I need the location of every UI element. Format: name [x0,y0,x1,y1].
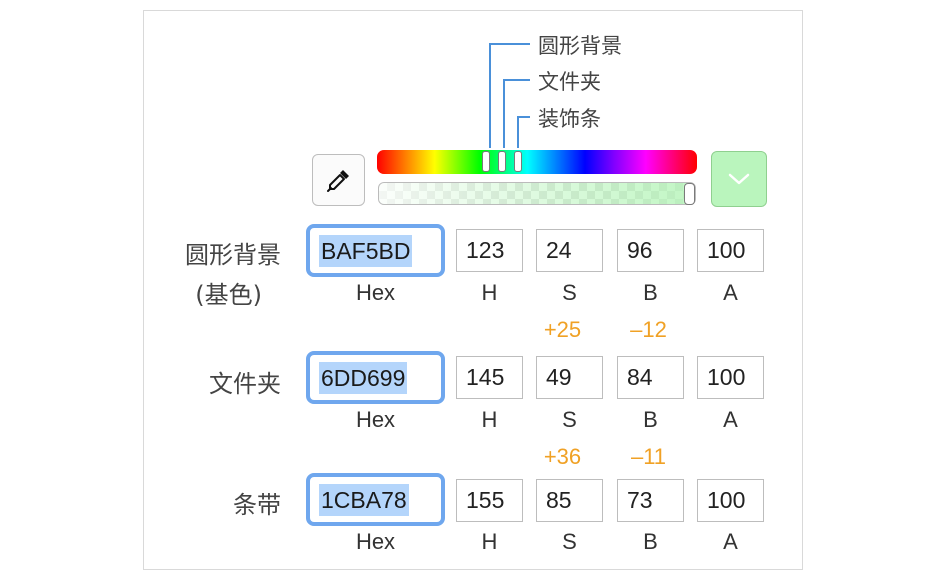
brightness-input[interactable]: 84 [617,356,684,399]
hue-handle-stripe[interactable] [514,151,522,172]
hex-label: Hex [355,280,396,305]
callout-lines [489,43,530,148]
a-label: A [723,407,738,432]
hex-value: BAF5BD [319,234,413,267]
h-label: H [481,529,498,554]
h-label: H [481,280,498,305]
alpha-input[interactable]: 100 [697,479,764,522]
row-label-folder: 文件夹 [209,370,281,398]
hex-label: Hex [355,407,396,432]
alpha-handle[interactable] [684,183,695,205]
hue-input[interactable]: 123 [456,229,523,272]
brightness-input[interactable]: 73 [617,479,684,522]
row-label-stripe: 条带 [233,491,281,519]
hex-label: Hex [355,529,396,554]
alpha-input[interactable]: 100 [697,356,764,399]
s-label: S [562,529,577,554]
saturation-input[interactable]: 49 [536,356,603,399]
hue-handle-circle-bg[interactable] [482,151,490,172]
brightness-input[interactable]: 96 [617,229,684,272]
eyedropper-icon [326,170,349,192]
hue-input[interactable]: 155 [456,479,523,522]
callout-line-circle-bg [489,43,530,148]
row-label-base: (基色) [195,281,262,309]
color-swatch-dropdown[interactable] [711,151,767,207]
chevron-down-icon [728,173,750,185]
hue-handle-folder[interactable] [498,151,506,172]
row-label-circle-bg: 圆形背景 [185,241,281,269]
h-label: H [481,407,498,432]
saturation-input[interactable]: 24 [536,229,603,272]
hue-slider[interactable] [377,150,697,174]
saturation-delta: +36 [543,444,582,469]
s-label: S [562,407,577,432]
saturation-input[interactable]: 85 [536,479,603,522]
hex-input[interactable]: 6DD699 [306,351,445,404]
hue-input[interactable]: 145 [456,356,523,399]
saturation-delta: +25 [543,317,582,342]
a-label: A [723,529,738,554]
b-label: B [643,529,658,554]
eyedropper-button[interactable] [312,154,365,206]
brightness-delta: –11 [630,444,667,469]
b-label: B [643,407,658,432]
a-label: A [723,280,738,305]
alpha-slider[interactable] [378,182,696,205]
b-label: B [643,280,658,305]
callout-stripe: 装饰条 [538,107,601,131]
callout-line-stripe [517,116,530,148]
brightness-delta: –12 [630,317,667,342]
callout-circle-bg: 圆形背景 [538,34,622,58]
hex-input[interactable]: 1CBA78 [306,473,445,526]
s-label: S [562,280,577,305]
hex-input[interactable]: BAF5BD [306,224,445,277]
callout-folder: 文件夹 [538,70,601,94]
alpha-input[interactable]: 100 [697,229,764,272]
hex-value: 6DD699 [319,361,408,394]
hex-value: 1CBA78 [319,483,409,516]
